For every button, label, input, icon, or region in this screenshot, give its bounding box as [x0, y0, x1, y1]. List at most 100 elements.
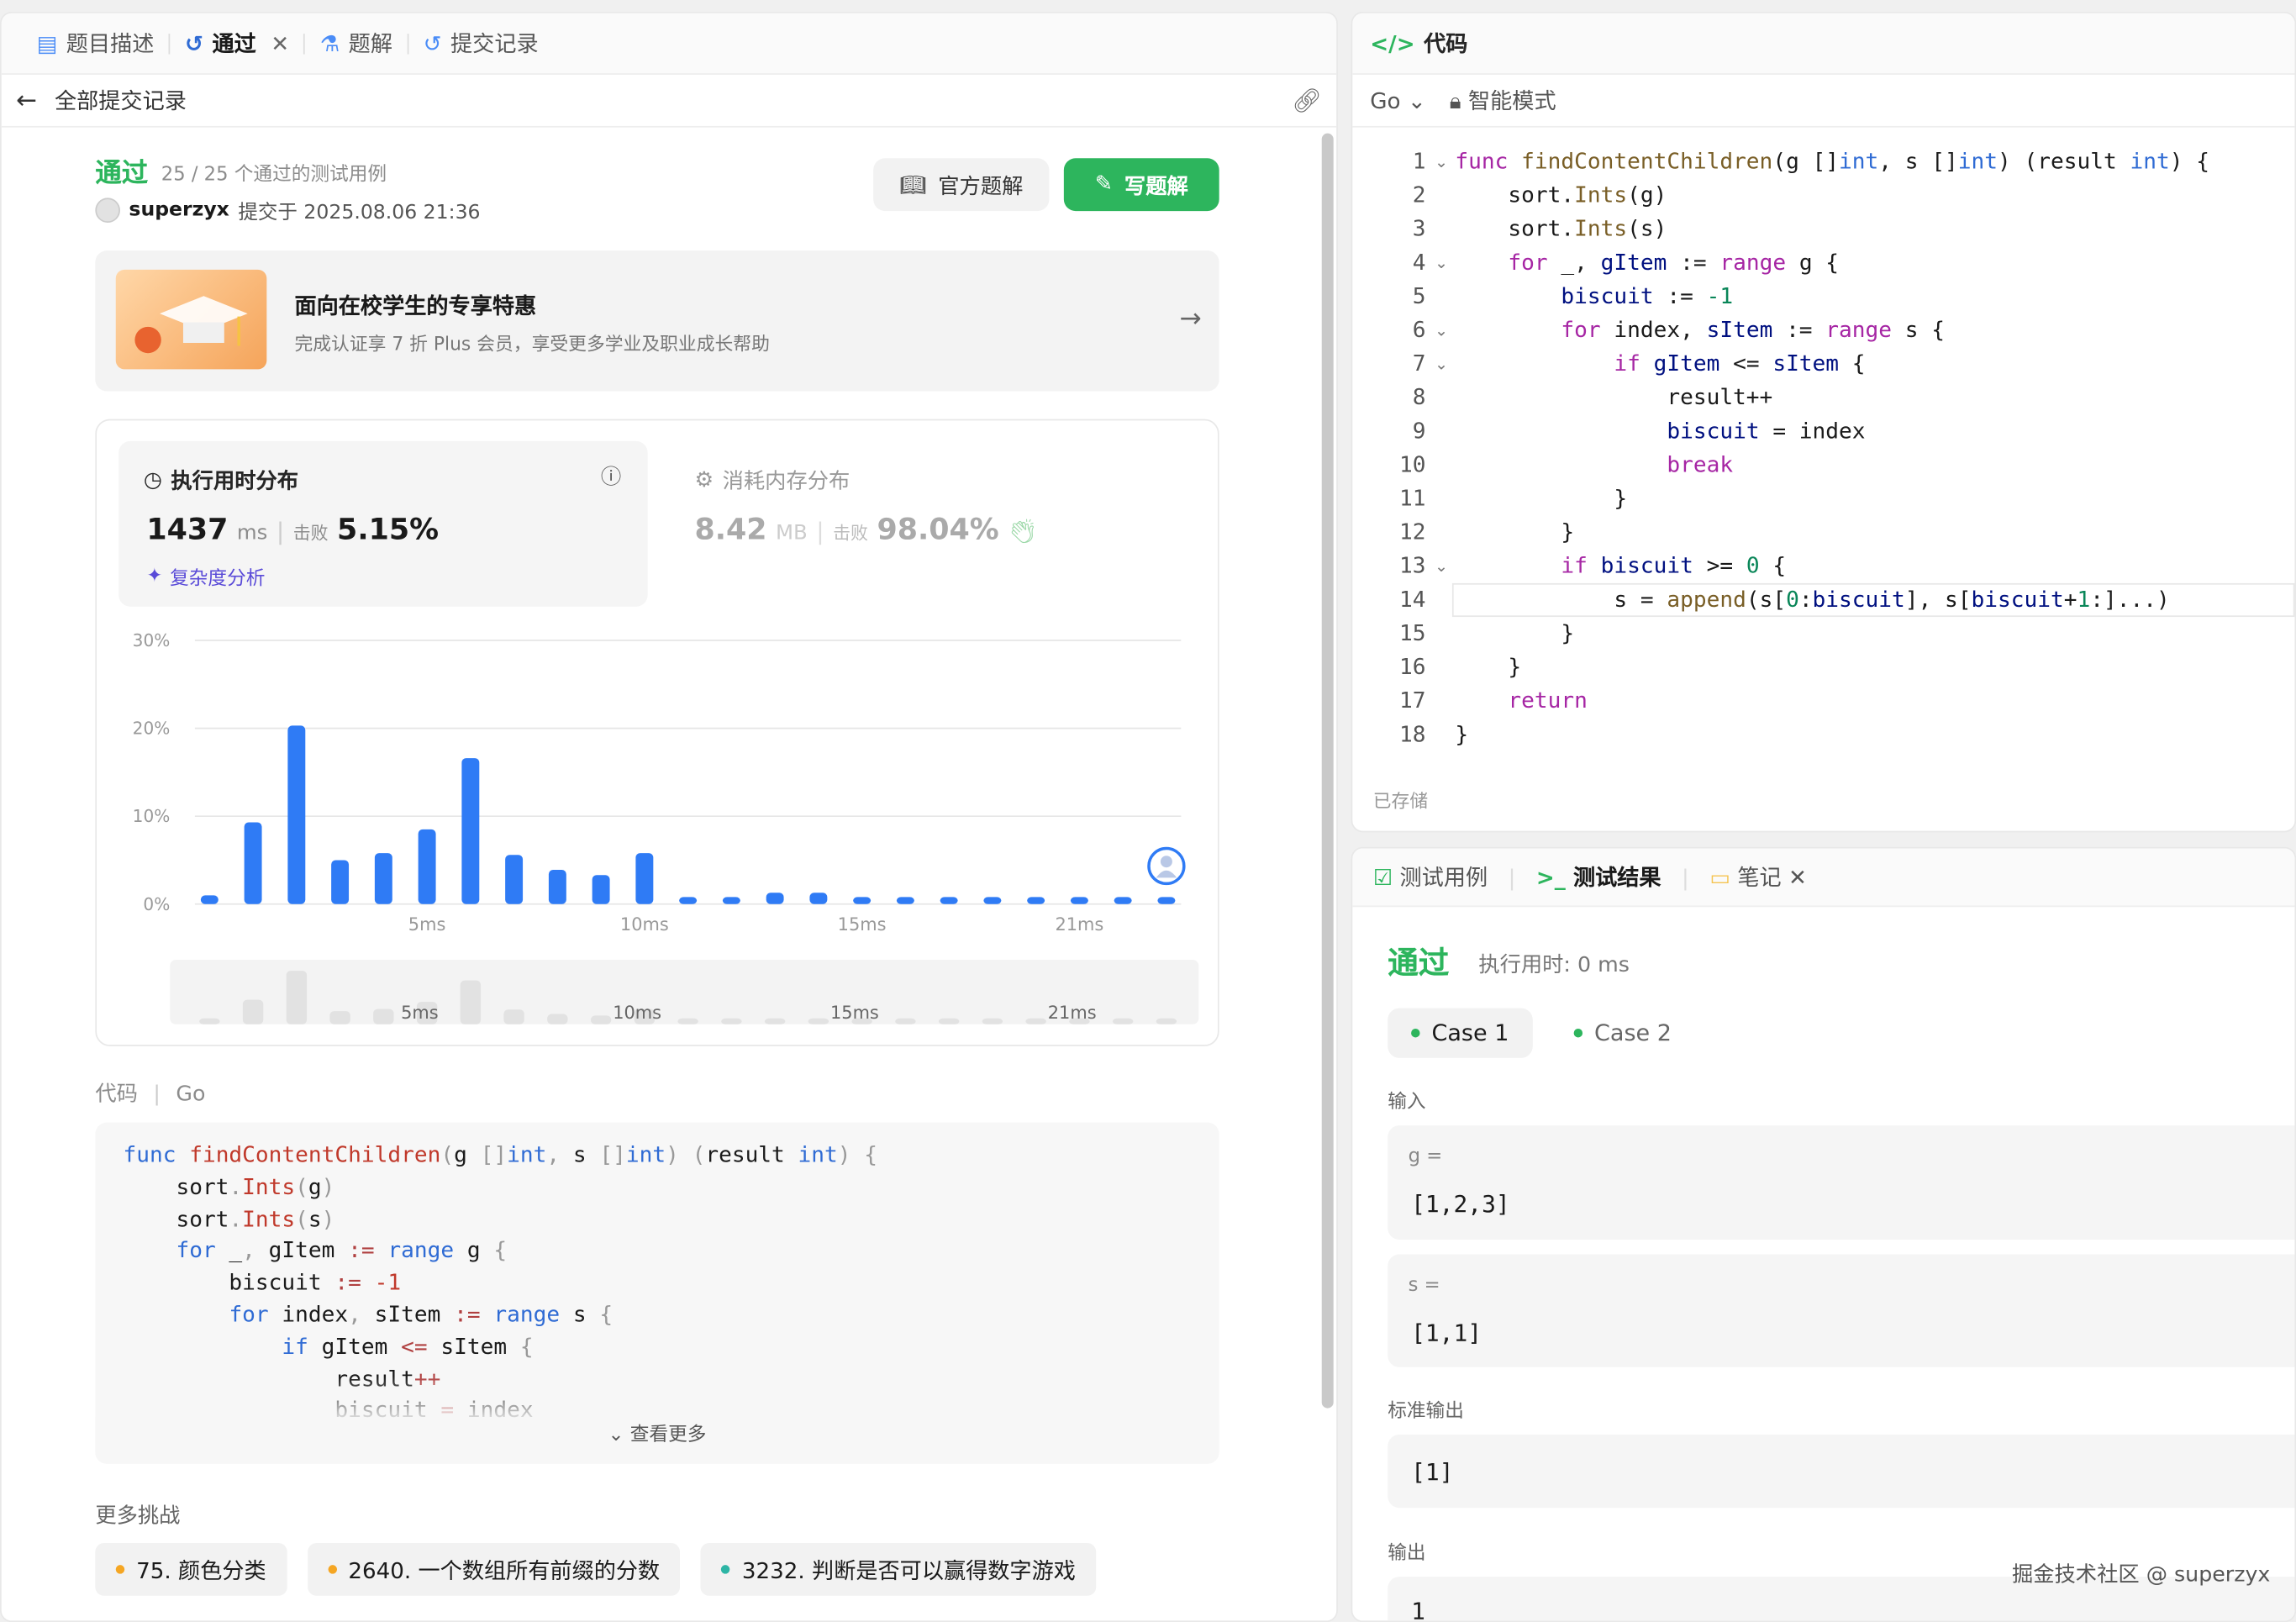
avatar[interactable] [95, 197, 120, 223]
bar [940, 897, 958, 904]
tab-label: 题解 [348, 30, 393, 58]
bar [200, 895, 219, 904]
code-line[interactable]: } [1455, 721, 1468, 747]
checkbox-icon: ☑ [1372, 864, 1393, 892]
code-line[interactable]: sort.Ints(s) [1455, 215, 1667, 241]
button-label: 官方题解 [938, 175, 1024, 199]
fold-chevron-icon[interactable]: ⌄ [1435, 152, 1448, 171]
case-tab-2[interactable]: Case 2 [1551, 1008, 1695, 1058]
code-line[interactable]: biscuit := -1 [1455, 283, 1733, 309]
bar [809, 893, 828, 904]
y-tick-label: 10% [133, 806, 171, 826]
bar [1027, 897, 1045, 904]
line-number: 9 [1412, 417, 1426, 445]
challenge-label: 2640. 一个数组所有前缀的分数 [348, 1556, 661, 1583]
y-tick-label: 30% [133, 630, 171, 650]
smart-mode-toggle[interactable]: 🔒︎ 智能模式 [1450, 85, 1556, 116]
history-icon: ↺ [185, 29, 203, 57]
code-line[interactable]: for index, sItem := range s { [1455, 317, 1945, 343]
challenge-chip[interactable]: 75. 颜色分类 [95, 1543, 287, 1596]
fold-chevron-icon[interactable]: ⌄ [1435, 321, 1448, 340]
bar [592, 875, 610, 904]
difficulty-dot [327, 1565, 337, 1574]
tab-notes[interactable]: ▭ 笔记 ✕ [1709, 861, 1807, 893]
line-number: 13 [1399, 552, 1426, 579]
line-number: 4 [1412, 249, 1426, 276]
submission-detail: 通过 25 / 25 个通过的测试用例 superzyx 提交于 2025.08… [2, 129, 1316, 1620]
tab-test-result[interactable]: >_ 测试结果 [1536, 861, 1661, 893]
promo-description: 完成认证享 7 折 Plus 会员，享受更多学业及职业成长帮助 [294, 332, 770, 355]
line-number: 16 [1399, 653, 1426, 681]
close-icon[interactable]: ✕ [271, 30, 289, 56]
challenge-chip[interactable]: 2640. 一个数组所有前缀的分数 [307, 1543, 681, 1596]
input-label: 输入 [1388, 1091, 1426, 1114]
overview-bar [547, 1014, 568, 1024]
overview-bar [1112, 1018, 1134, 1024]
bar [505, 855, 524, 904]
output-value: 1 [1411, 1597, 1425, 1622]
input-s-box: s = [1,1] [1388, 1254, 2295, 1367]
graduation-cap-illustration [115, 269, 267, 370]
tab-description[interactable]: ▤ 题目描述 [22, 13, 169, 74]
tab-label: 通过 [212, 30, 256, 58]
fold-chevron-icon[interactable]: ⌄ [1435, 355, 1448, 374]
show-more-button[interactable]: ⌄ 查看更多 [95, 1419, 1219, 1446]
close-icon[interactable]: ✕ [1788, 865, 1807, 891]
case-tab-1[interactable]: Case 1 [1388, 1008, 1533, 1058]
student-promo-banner[interactable]: 面向在校学生的专享特惠 完成认证享 7 折 Plus 会员，享受更多学业及职业成… [95, 250, 1219, 392]
code-line[interactable]: s = append(s[0:biscuit], s[biscuit+1:]..… [1455, 586, 2169, 612]
code-line[interactable]: } [1455, 519, 1574, 545]
code-line[interactable]: for _, gItem := range g { [1455, 249, 1839, 275]
submission-subbar: ← 全部提交记录 🔗︎ [1, 75, 1337, 128]
code-icon: </> [1370, 29, 1415, 57]
username[interactable]: superzyx [129, 197, 229, 221]
left-scrollbar[interactable] [1321, 133, 1334, 1409]
overview-bar [329, 1011, 350, 1024]
line-number: 2 [1412, 182, 1426, 208]
overview-bar [503, 1009, 524, 1024]
more-challenges-title: 更多挑战 [95, 1504, 181, 1529]
back-arrow-icon[interactable]: ← [16, 86, 37, 115]
runtime-distribution-chart[interactable]: 30% 20% 10% 0% 5ms 10ms 15ms 21ms 5ms 10ms 15ms 21m… [97, 420, 1220, 1047]
code-line[interactable]: result++ [1455, 384, 1772, 410]
all-submissions-link[interactable]: 全部提交记录 [55, 85, 187, 116]
x-tick-label: 5ms [408, 914, 446, 935]
code-line[interactable]: break [1455, 451, 1733, 477]
bar [461, 758, 480, 904]
code-line[interactable]: } [1455, 485, 1627, 511]
overview-bar [460, 980, 482, 1024]
language-select[interactable]: Go ⌄ [1370, 87, 1426, 113]
code-line[interactable]: func findContentChildren(g []int, s []in… [1455, 148, 2209, 174]
tab-testcase[interactable]: ☑ 测试用例 [1373, 861, 1488, 893]
line-number: 18 [1399, 720, 1426, 748]
terminal-icon: >_ [1535, 864, 1566, 892]
code-line[interactable]: return [1455, 687, 1587, 714]
bar [548, 870, 566, 904]
code-line[interactable]: sort.Ints(g) [1455, 182, 1667, 208]
left-tab-bar: ▤ 题目描述 ↺ 通过 ✕ ⚗ 题解 ↺ 提交记录 [1, 13, 1337, 75]
status-title: 通过 [95, 158, 149, 189]
bar [1070, 897, 1088, 904]
link-icon[interactable]: 🔗︎ [1292, 87, 1321, 114]
code-line[interactable]: } [1455, 620, 1574, 646]
code-line[interactable]: if biscuit >= 0 { [1455, 552, 1786, 578]
stdout-label: 标准输出 [1388, 1400, 1464, 1424]
challenge-chip[interactable]: 3232. 判断是否可以赢得数字游戏 [701, 1543, 1097, 1596]
code-line[interactable]: if gItem <= sItem { [1455, 350, 1865, 377]
promo-title: 面向在校学生的专享特惠 [294, 292, 537, 320]
fold-chevron-icon[interactable]: ⌄ [1435, 557, 1448, 577]
arrow-right-icon[interactable]: → [1179, 303, 1201, 334]
overview-bar [982, 1018, 1003, 1024]
tab-submissions[interactable]: ↺ 提交记录 [408, 13, 553, 74]
tab-accepted[interactable]: ↺ 通过 ✕ [171, 13, 304, 74]
code-line[interactable]: } [1455, 654, 1521, 680]
bar [287, 725, 306, 904]
code-line[interactable]: biscuit = index [1455, 418, 1865, 444]
official-solution-button[interactable]: 📖︎ 官方题解 [873, 158, 1050, 212]
challenge-label: 75. 颜色分类 [136, 1556, 266, 1583]
watermark: 掘金技术社区 @ superzyx [2011, 1563, 2271, 1588]
left-panel: ▤ 题目描述 ↺ 通过 ✕ ⚗ 题解 ↺ 提交记录 ← 全部提交记录 🔗︎ 通过… [0, 11, 1338, 1622]
fold-chevron-icon[interactable]: ⌄ [1435, 254, 1448, 273]
tab-solutions[interactable]: ⚗ 题解 [305, 13, 407, 74]
write-solution-button[interactable]: ✎ 写题解 [1063, 158, 1219, 212]
